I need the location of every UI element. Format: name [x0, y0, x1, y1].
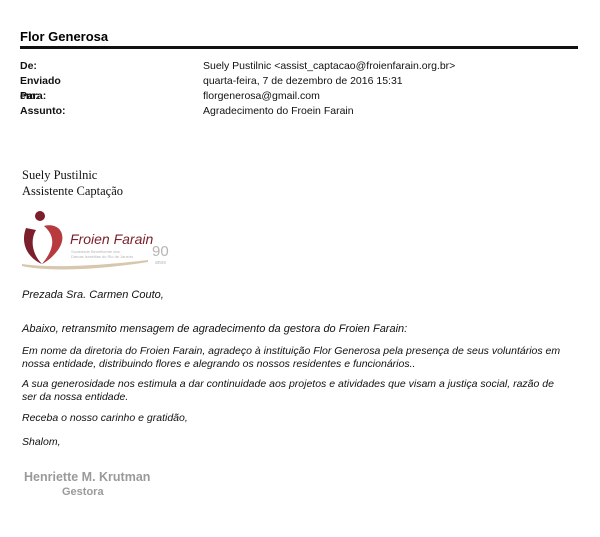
to-label: Para: [20, 90, 47, 102]
from-label: De: [20, 60, 37, 72]
logo-name: Froien Farain [70, 231, 153, 247]
logo-right-arm-icon [42, 225, 63, 264]
subject-value: Agradecimento do Froein Farain [203, 105, 354, 117]
from-value: Suely Pustilnic <assist_captacao@froienf… [203, 60, 456, 72]
message-intro: Abaixo, retransmito mensagem de agradeci… [22, 323, 408, 335]
sender-name: Suely Pustilnic [22, 168, 98, 182]
logo-left-arm-icon [23, 228, 42, 264]
signature-name: Henriette M. Krutman [24, 470, 151, 484]
subject-label: Assunto: [20, 105, 66, 117]
title-divider [20, 46, 578, 49]
message-paragraph-2: A sua generosidade nos estimula a dar co… [22, 378, 554, 403]
logo-tagline-2: Damas Israelitas do Rio de Janeiro [71, 254, 134, 259]
sent-value: quarta-feira, 7 de dezembro de 2016 15:3… [203, 75, 403, 87]
logo-anniversary-word: anos [155, 260, 166, 266]
logo-swoosh-icon [22, 260, 148, 270]
logo-anniversary-number: 90 [152, 243, 169, 260]
message-paragraph-3: Receba o nosso carinho e gratidão, [22, 412, 188, 424]
message-paragraph-1: Em nome da diretoria do Froien Farain, a… [22, 345, 561, 370]
logo-head-icon [35, 211, 45, 221]
signature-role: Gestora [62, 486, 104, 498]
message-greeting: Prezada Sra. Carmen Couto, [22, 289, 164, 301]
sender-role: Assistente Captação [22, 184, 124, 198]
email-owner-title: Flor Generosa [20, 29, 109, 44]
message-closing: Shalom, [22, 436, 61, 448]
to-value: florgenerosa@gmail.com [203, 90, 320, 102]
sender-block: Suely Pustilnic Assistente Captação [22, 167, 123, 199]
froien-farain-logo: Froien Farain Sociedade Beneficente dos … [22, 211, 169, 270]
